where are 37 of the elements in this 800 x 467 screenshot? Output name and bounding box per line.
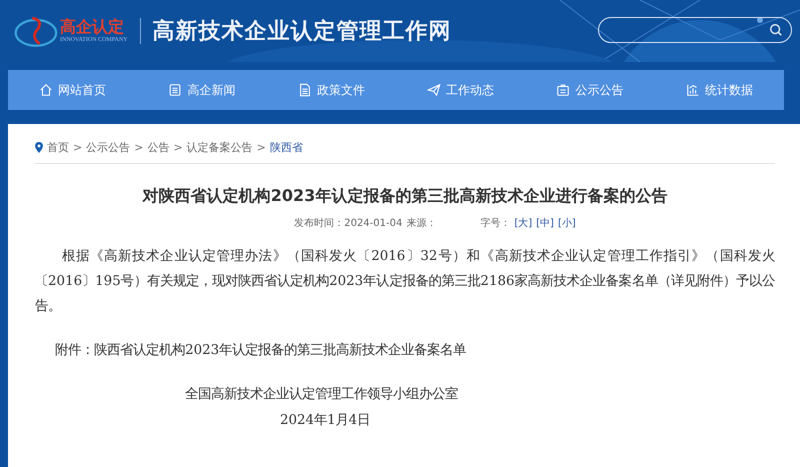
breadcrumb-separator: >	[256, 141, 266, 154]
search-icon[interactable]	[769, 23, 783, 37]
list-icon	[168, 83, 182, 97]
breadcrumb-link[interactable]: 公告	[147, 140, 170, 155]
article-title: 对陕西省认定机构2023年认定报备的第三批高新技术企业进行备案的公告	[141, 186, 668, 207]
breadcrumb-link[interactable]: 公示公告	[86, 140, 130, 155]
breadcrumb-link[interactable]: 陕西省	[270, 140, 303, 155]
nav-item[interactable]: 工作动态	[427, 82, 494, 98]
nav-item[interactable]: 公示公告	[556, 82, 624, 98]
logo-name: 高企认定	[60, 18, 125, 36]
font-size-link[interactable]: [大]	[514, 216, 532, 230]
article-paragraph: 根据《高新技术企业认定管理办法》（国科发火〔2016〕32号）和《高新技术企业认定管理工作指引》（国科发火〔2016〕195号）有关规定，现对陕西省认定机构2023年认定报备的第三批2186家高新技术企业备案名单（详见附件）予以公告。	[35, 248, 775, 316]
breadcrumb-separator: >	[73, 141, 82, 154]
nav-item[interactable]: 政策文件	[298, 82, 365, 98]
site-title: 高新技术企业认定管理工作网	[152, 17, 452, 46]
search-field[interactable]	[598, 17, 792, 43]
signature-date: 2024年1月4日	[280, 412, 372, 429]
home-icon	[39, 83, 54, 97]
nav-item[interactable]: 统计数据	[686, 82, 753, 98]
breadcrumb-separator: >	[173, 141, 183, 154]
breadcrumb-link[interactable]: 首页	[47, 140, 69, 155]
chart-icon	[686, 83, 700, 97]
font-size-link[interactable]: [小]	[558, 216, 576, 230]
breadcrumb-separator: >	[134, 141, 144, 154]
nav-item[interactable]: 网站首页	[39, 82, 106, 98]
nav-item[interactable]: 高企新闻	[168, 82, 236, 98]
font-size-label: 字号：	[480, 216, 510, 230]
breadcrumb-link[interactable]: 认定备案公告	[186, 140, 253, 155]
source-label: 来源：	[406, 216, 436, 230]
publish-date: 发布时间：2024-01-04	[294, 216, 402, 230]
clipboard-icon	[556, 83, 570, 97]
paper-plane-icon	[427, 83, 442, 97]
document-icon	[298, 83, 312, 97]
attachment-text: 附件：陕西省认定机构2023年认定报备的第三批高新技术企业备案名单	[54, 342, 468, 359]
font-size-link[interactable]: [中]	[536, 216, 554, 230]
location-pin-icon	[35, 142, 43, 153]
signature: 全国高新技术企业认定管理工作领导小组办公室	[185, 386, 459, 403]
